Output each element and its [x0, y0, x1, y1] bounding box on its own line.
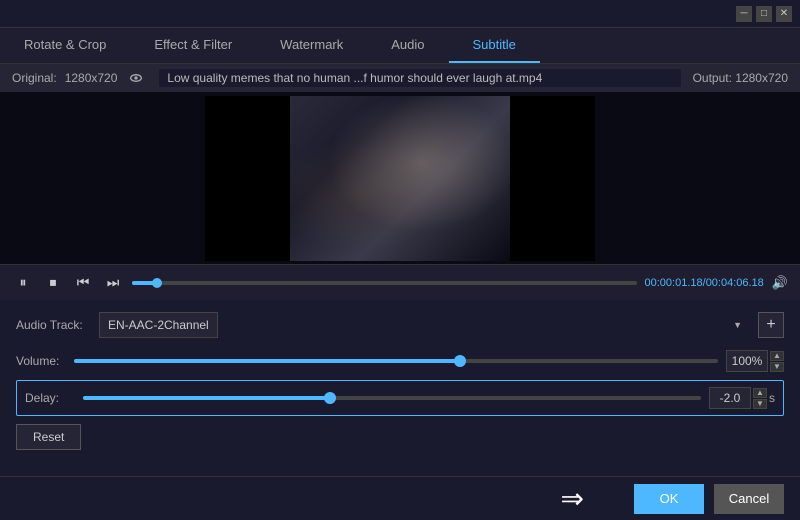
- volume-slider[interactable]: [74, 359, 718, 363]
- close-button[interactable]: ✕: [776, 6, 792, 22]
- original-resolution: 1280x720: [65, 71, 118, 85]
- delay-fill: [83, 396, 330, 400]
- tab-bar: Rotate & Crop Effect & Filter Watermark …: [0, 28, 800, 64]
- controls-bar: ⏸ ⏹ ⏮ ⏭ 00:00:01.18/00:04:06.18 🔊: [0, 264, 800, 300]
- video-black-left: [205, 96, 290, 261]
- eye-icon[interactable]: [125, 70, 147, 86]
- prev-frame-button[interactable]: ⏮: [72, 272, 94, 294]
- main-content: Original: 1280x720 Low quality memes tha…: [0, 64, 800, 520]
- original-label-text: Original:: [12, 71, 57, 85]
- maximize-button[interactable]: □: [756, 6, 772, 22]
- delay-unit: s: [769, 391, 775, 405]
- audio-track-select[interactable]: EN-AAC-2Channel: [99, 312, 218, 338]
- video-container: [0, 92, 800, 264]
- preview-bar: Original: 1280x720 Low quality memes tha…: [0, 64, 800, 92]
- time-display: 00:00:01.18/00:04:06.18: [645, 277, 764, 289]
- volume-fill: [74, 359, 460, 363]
- delay-value: -2.0: [709, 387, 751, 409]
- filename-text: Low quality memes that no human ...f hum…: [167, 71, 542, 85]
- audio-track-label: Audio Track:: [16, 318, 91, 332]
- current-time: 00:00:01.18: [645, 277, 703, 289]
- volume-up-button[interactable]: ▲: [770, 351, 784, 361]
- tab-subtitle[interactable]: Subtitle: [449, 28, 540, 63]
- tab-rotate-crop[interactable]: Rotate & Crop: [0, 28, 130, 63]
- delay-slider[interactable]: [83, 396, 701, 400]
- arrow-icon: ⇒: [561, 482, 584, 515]
- volume-icon[interactable]: 🔊: [772, 275, 788, 291]
- next-frame-button[interactable]: ⏭: [102, 272, 124, 294]
- volume-label: Volume:: [16, 354, 66, 368]
- footer: ⇒ OK Cancel: [0, 476, 800, 520]
- filename-bar: Low quality memes that no human ...f hum…: [159, 69, 680, 87]
- volume-spinners: ▲ ▼: [770, 351, 784, 372]
- audio-track-select-wrapper: EN-AAC-2Channel: [99, 312, 750, 338]
- total-time: 00:04:06.18: [706, 277, 764, 289]
- title-bar: ─ □ ✕: [0, 0, 800, 28]
- volume-value-box: 100% ▲ ▼: [726, 350, 784, 372]
- delay-spinners: ▲ ▼: [753, 388, 767, 409]
- delay-thumb[interactable]: [324, 392, 336, 404]
- delay-value-box: -2.0 ▲ ▼ s: [709, 387, 775, 409]
- tab-effect-filter[interactable]: Effect & Filter: [130, 28, 256, 63]
- progress-bar[interactable]: [132, 281, 637, 285]
- volume-thumb[interactable]: [454, 355, 466, 367]
- output-label: Output: 1280x720: [693, 71, 788, 85]
- minimize-button[interactable]: ─: [736, 6, 752, 22]
- tab-audio[interactable]: Audio: [367, 28, 448, 63]
- delay-down-button[interactable]: ▼: [753, 399, 767, 409]
- cancel-button[interactable]: Cancel: [714, 484, 784, 514]
- tab-watermark[interactable]: Watermark: [256, 28, 367, 63]
- delay-row: Delay: -2.0 ▲ ▼ s: [25, 387, 775, 409]
- stop-button[interactable]: ⏹: [42, 272, 64, 294]
- video-thumbnail: [290, 96, 510, 261]
- progress-thumb[interactable]: [152, 278, 162, 288]
- delay-up-button[interactable]: ▲: [753, 388, 767, 398]
- reset-button[interactable]: Reset: [16, 424, 81, 450]
- audio-track-row: Audio Track: EN-AAC-2Channel +: [16, 312, 784, 338]
- pause-button[interactable]: ⏸: [12, 272, 34, 294]
- ok-button[interactable]: OK: [634, 484, 704, 514]
- delay-label: Delay:: [25, 391, 75, 405]
- volume-value: 100%: [726, 350, 768, 372]
- original-res-label: Original: 1280x720: [12, 70, 147, 86]
- delay-highlight-box: Delay: -2.0 ▲ ▼ s: [16, 380, 784, 416]
- volume-down-button[interactable]: ▼: [770, 362, 784, 372]
- volume-row: Volume: 100% ▲ ▼: [16, 350, 784, 372]
- add-track-button[interactable]: +: [758, 312, 784, 338]
- video-black-right: [510, 96, 595, 261]
